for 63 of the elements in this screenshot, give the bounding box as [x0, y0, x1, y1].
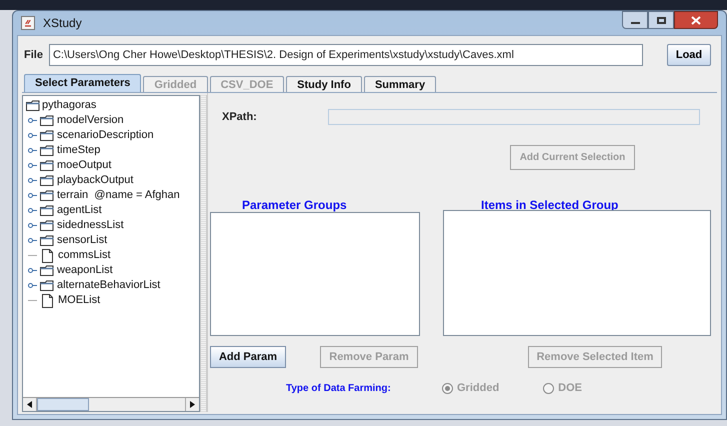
folder-icon	[26, 100, 40, 111]
folder-icon	[40, 190, 54, 201]
expand-handle-icon[interactable]	[28, 163, 37, 168]
tree-item[interactable]: moeOutput	[57, 157, 112, 174]
close-icon[interactable]	[691, 16, 701, 24]
folder-icon	[40, 220, 54, 231]
tree-item[interactable]: weaponList	[57, 262, 113, 279]
tree-item[interactable]: commsList	[58, 247, 111, 264]
scroll-right-icon[interactable]	[190, 401, 195, 408]
selected-group-items-list[interactable]	[443, 210, 711, 336]
folder-icon	[40, 265, 54, 276]
data-farming-type-label: Type of Data Farming:	[286, 382, 392, 396]
expand-handle-icon[interactable]	[28, 118, 37, 123]
folder-icon	[40, 205, 54, 216]
file-label: File	[24, 48, 43, 63]
tab[interactable]: Select Parameters	[24, 74, 142, 92]
parameter-group-button[interactable]: Add Param	[210, 346, 286, 368]
parameter-groups-heading: Parameter Groups	[242, 197, 348, 212]
expand-handle-icon[interactable]	[28, 283, 37, 288]
tab[interactable]: Summary	[364, 76, 436, 92]
tree-item[interactable]: scenarioDescription	[57, 127, 154, 144]
expand-handle-icon[interactable]	[28, 133, 37, 138]
expand-handle-icon[interactable]	[28, 193, 37, 198]
file-path-field[interactable]: C:\Users\Ong Cher Howe\Desktop\THESIS\2. Design of Experiments\xstudy\xstudy\Caves.xml	[48, 44, 643, 66]
radio-label: DOE	[558, 381, 582, 396]
tree-item[interactable]: MOEList	[58, 292, 100, 309]
tree-item[interactable]: agentList	[57, 202, 102, 219]
folder-icon	[40, 145, 54, 156]
tab[interactable]: Study Info	[286, 76, 362, 92]
tree-item[interactable]: playbackOutput	[57, 172, 134, 189]
scroll-left-icon[interactable]	[27, 401, 32, 408]
expand-handle-icon[interactable]	[28, 238, 37, 243]
file-icon	[42, 294, 53, 308]
horizontal-scrollbar[interactable]	[23, 397, 199, 411]
radio-label: Gridded	[457, 381, 500, 396]
window-title: XStudy	[43, 15, 82, 32]
xpath-label: XPath:	[222, 110, 258, 125]
expand-handle-icon[interactable]	[28, 268, 37, 273]
folder-icon	[40, 115, 54, 126]
parameter-groups-list[interactable]	[210, 212, 420, 336]
tree-item[interactable]: terrain @name = Afghan	[57, 187, 180, 204]
items-in-selected-group-heading: Items in Selected Group	[481, 197, 620, 212]
folder-icon	[40, 280, 54, 291]
app-icon	[21, 16, 35, 30]
load-button[interactable]: Load	[667, 44, 711, 66]
tree-item[interactable]: sensorList	[57, 232, 108, 249]
expand-handle-icon[interactable]	[28, 178, 37, 183]
file-icon	[42, 248, 53, 262]
tree-item[interactable]: modelVersion	[57, 112, 124, 129]
expand-handle-icon[interactable]	[28, 208, 37, 213]
tree-item[interactable]: sidednessList	[57, 217, 124, 234]
folder-icon	[40, 160, 54, 171]
expand-handle-icon[interactable]	[28, 223, 37, 228]
folder-icon	[40, 130, 54, 141]
tree-item[interactable]: timeStep	[57, 142, 100, 159]
folder-icon	[40, 175, 54, 186]
close-button[interactable]	[674, 11, 718, 29]
maximize-button[interactable]	[648, 11, 674, 29]
folder-icon	[40, 235, 54, 246]
minimize-button[interactable]	[622, 11, 648, 29]
tree-item[interactable]: pythagoras	[42, 97, 96, 114]
tree-item[interactable]: alternateBehaviorList	[57, 277, 160, 294]
expand-handle-icon[interactable]	[28, 148, 37, 153]
